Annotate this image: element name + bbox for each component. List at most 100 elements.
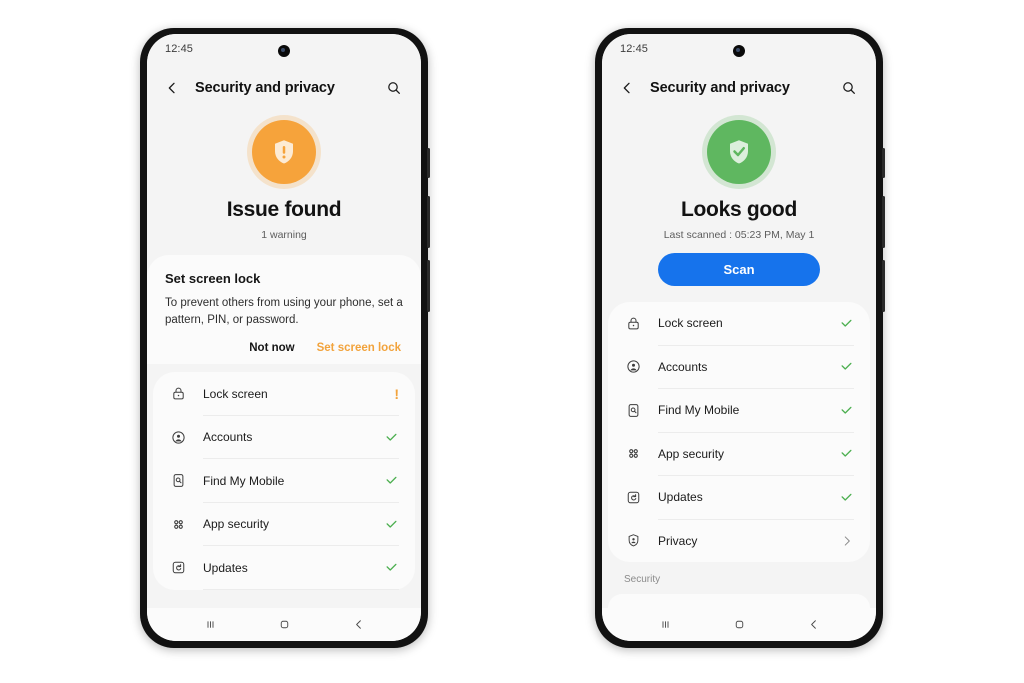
notice-card-body: To prevent others from using your phone,… [165,297,403,326]
app-security-icon [622,446,644,461]
side-button-bottom[interactable] [882,260,885,312]
list-item-label: Accounts [658,359,708,374]
check-icon [841,493,852,501]
list-item-app-security[interactable]: App security [608,433,870,476]
status-badge-warning: ! [379,387,399,401]
list-item-lock-screen[interactable]: Lock screen ! [153,372,415,415]
list-item-label: Updates [203,560,248,575]
account-circle-icon [622,359,644,374]
hero-title: Issue found [226,198,342,221]
app-bar: Security and privacy [602,64,876,112]
phone-frame-inner: 12:45 Security and privacy [147,34,421,641]
security-list-card: Lock screen Accounts Find My Mobile App … [608,302,870,562]
list-item-privacy[interactable]: Privacy [608,520,870,563]
list-item-app-security[interactable]: App security [153,503,415,546]
chevron-left-icon[interactable] [161,77,183,99]
list-item-label: Lock screen [658,316,723,331]
list-item-updates[interactable]: Updates [608,476,870,519]
list-item-label: Updates [658,490,703,505]
status-badge-ok [379,473,399,488]
find-my-mobile-icon [167,473,189,488]
phone-device-left: 12:45 Security and privacy Issue found 1… [140,28,430,648]
chevron-left-icon[interactable] [616,77,638,99]
recents-icon[interactable] [203,617,218,632]
list-item-updates[interactable]: Updates [153,546,415,589]
page-title: Security and privacy [650,80,790,96]
status-badge-ok [834,446,854,461]
side-button-bottom[interactable] [427,260,430,312]
notice-card-actions: Not now Set screen lock [165,342,403,354]
list-item-accounts[interactable]: Accounts [153,416,415,459]
chevron-right-icon [834,534,854,548]
front-camera-punchhole [278,45,290,57]
check-icon [841,319,852,327]
list-item-lock-screen[interactable]: Lock screen [608,302,870,345]
back-icon[interactable] [351,617,366,632]
updates-icon [167,560,189,575]
check-icon [841,450,852,457]
list-item-label: Find My Mobile [658,403,740,418]
system-nav-bar [602,608,876,641]
system-nav-bar [147,608,421,641]
list-item-find-my-mobile[interactable]: Find My Mobile [153,459,415,502]
notice-card-title: Set screen lock [165,271,261,286]
app-security-icon [167,517,189,532]
lock-icon [622,316,644,331]
side-button-top[interactable] [427,148,430,178]
side-button-middle[interactable] [427,196,430,248]
phone-device-right: 12:45 Security and privacy Looks good La… [595,28,885,648]
check-icon [386,563,397,571]
status-badge-ok [834,316,854,331]
security-status-hero: Looks good Last scanned : 05:23 PM, May … [602,112,876,286]
security-list-region: Lock screen ! Accounts Find My Mobile Ap… [147,364,421,608]
security-list-card: Lock screen ! Accounts Find My Mobile Ap… [153,372,415,590]
list-item-accounts[interactable]: Accounts [608,346,870,389]
status-bar: 12:45 [602,34,876,64]
search-icon[interactable] [383,77,405,99]
list-item-label: Privacy [658,533,698,548]
status-bar-time: 12:45 [165,43,194,55]
screenshot-canvas: 12:45 Security and privacy Issue found 1… [0,0,1024,683]
set-screen-lock-button[interactable]: Set screen lock [317,342,401,354]
scan-button[interactable]: Scan [658,253,820,286]
phone-screen-left: 12:45 Security and privacy Issue found 1… [147,34,421,641]
security-list-region: Lock screen Accounts Find My Mobile App … [602,286,876,608]
phone-frame-inner: 12:45 Security and privacy [602,34,876,641]
privacy-shield-person-icon [622,533,644,548]
exclamation-icon: ! [394,385,399,402]
status-badge-ok [379,517,399,532]
back-icon[interactable] [806,617,821,632]
front-camera-punchhole [733,45,745,57]
hero-title: Looks good [681,198,797,221]
updates-icon [622,490,644,505]
check-icon [386,520,397,528]
check-icon [841,363,852,370]
hero-subtitle: 1 warning [261,229,307,241]
app-bar: Security and privacy [147,64,421,112]
shield-check-icon [702,115,776,189]
lock-icon [167,386,189,401]
check-icon [386,433,397,441]
status-badge-ok [379,430,399,445]
status-bar: 12:45 [147,34,421,64]
next-card-stub [608,594,870,608]
list-item-label: Find My Mobile [203,473,285,488]
recents-icon[interactable] [658,617,673,632]
side-button-middle[interactable] [882,196,885,248]
home-icon[interactable] [277,617,292,632]
not-now-button[interactable]: Not now [249,342,294,354]
search-icon[interactable] [838,77,860,99]
phone-screen-right: 12:45 Security and privacy Looks good La… [602,34,876,641]
side-button-top[interactable] [882,148,885,178]
status-badge-ok [379,560,399,575]
page-title: Security and privacy [195,80,335,96]
status-badge-ok [834,403,854,418]
list-item-label: App security [203,517,270,532]
section-header-security: Security [624,574,661,585]
security-status-hero: Issue found 1 warning [147,112,421,241]
list-item-find-my-mobile[interactable]: Find My Mobile [608,389,870,432]
home-icon[interactable] [732,617,747,632]
list-item-label: App security [658,446,725,461]
check-icon [841,406,852,414]
shield-exclamation-icon [247,115,321,189]
